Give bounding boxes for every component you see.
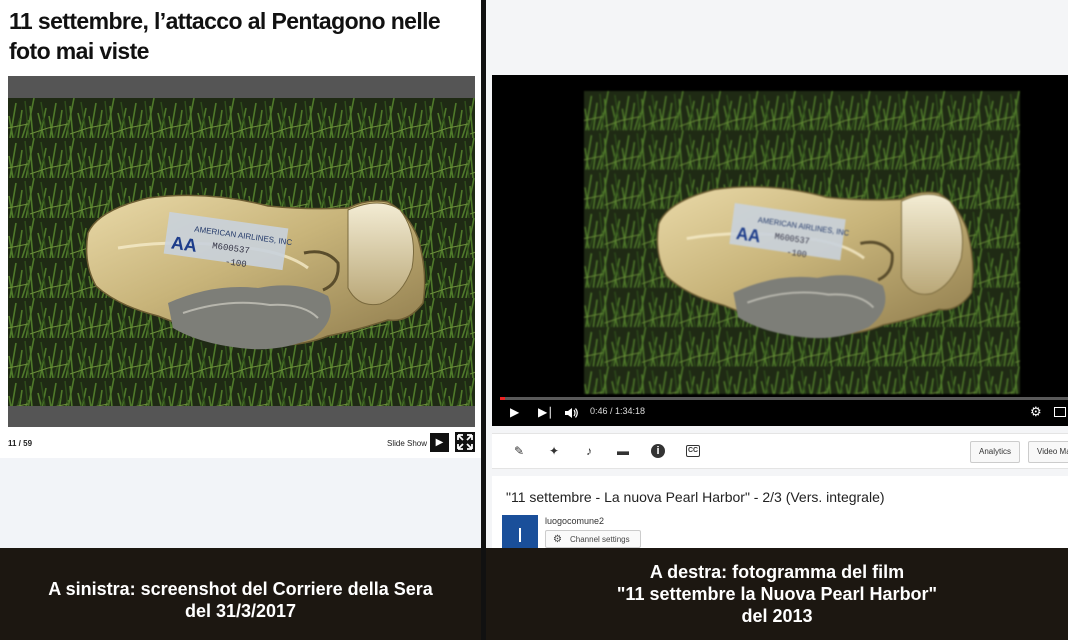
volume-icon[interactable] bbox=[564, 406, 578, 420]
video-player[interactable]: ▶ ▶∣ 0:46 / 1:34:18 ⚙ bbox=[492, 75, 1068, 426]
channel-settings-button[interactable]: ⚙ Channel settings bbox=[545, 530, 641, 548]
caption-right-line-1: A destra: fotogramma del film bbox=[649, 562, 905, 582]
magic-wand-icon[interactable]: ✦ bbox=[547, 444, 561, 458]
caption-right-line-2: "11 settembre la Nuova Pearl Harbor" bbox=[616, 584, 938, 604]
expand-icon bbox=[457, 434, 473, 450]
gallery-controls: 11 / 59 Slide Show ▶ bbox=[0, 430, 481, 458]
captions-icon[interactable]: CC bbox=[686, 445, 700, 457]
video-screenshot: ▶ ▶∣ 0:46 / 1:34:18 ⚙ ✎ ✦ ♪ ▬ i CC Analy… bbox=[486, 0, 1068, 548]
caption-right: A destra: fotogramma del film "11 settem… bbox=[486, 548, 1068, 640]
play-icon[interactable]: ▶ bbox=[510, 405, 519, 419]
next-icon[interactable]: ▶∣ bbox=[538, 405, 553, 419]
progress-fill bbox=[500, 397, 505, 400]
corriere-screenshot: 11 settembre, l’attacco al Pentagono nel… bbox=[0, 0, 481, 548]
fullscreen-button[interactable] bbox=[455, 432, 475, 452]
comparison-image: 11 settembre, l’attacco al Pentagono nel… bbox=[0, 0, 1068, 640]
video-manager-button[interactable]: Video Ma bbox=[1028, 441, 1068, 463]
slideshow-label[interactable]: Slide Show bbox=[387, 439, 427, 448]
page-background bbox=[0, 458, 481, 548]
gallery-counter: 11 / 59 bbox=[8, 439, 33, 448]
video-frame-image bbox=[584, 91, 1020, 394]
music-note-icon[interactable]: ♪ bbox=[582, 444, 596, 458]
time-display: 0:46 / 1:34:18 bbox=[590, 406, 646, 416]
pencil-icon[interactable]: ✎ bbox=[512, 444, 526, 458]
avatar[interactable] bbox=[502, 515, 538, 548]
video-info: "11 settembre - La nuova Pearl Harbor" -… bbox=[492, 476, 1068, 548]
slideshow-play-button[interactable]: ▶ bbox=[430, 433, 449, 452]
progress-bar[interactable] bbox=[500, 397, 1068, 400]
channel-name[interactable]: luogocomune2 bbox=[545, 516, 604, 526]
player-controls: ▶ ▶∣ 0:46 / 1:34:18 ⚙ bbox=[492, 401, 1068, 423]
info-icon[interactable]: i bbox=[651, 444, 665, 458]
video-title: "11 settembre - La nuova Pearl Harbor" -… bbox=[506, 489, 885, 505]
debris-photo-image bbox=[8, 98, 475, 406]
analytics-button[interactable]: Analytics bbox=[970, 441, 1021, 463]
article-title: 11 settembre, l’attacco al Pentagono nel… bbox=[9, 8, 441, 64]
caption-right-line-3: del 2013 bbox=[741, 606, 813, 626]
caption-left: A sinistra: screenshot del Corriere dell… bbox=[0, 548, 481, 640]
gear-icon: ⚙ bbox=[553, 534, 562, 545]
debris-photo[interactable] bbox=[8, 98, 475, 406]
video-frame bbox=[584, 91, 1020, 394]
caption-left-line-2: del 31/3/2017 bbox=[184, 601, 297, 621]
settings-icon[interactable]: ⚙ bbox=[1030, 405, 1042, 419]
theater-icon[interactable] bbox=[1054, 407, 1066, 417]
end-screen-icon[interactable]: ▬ bbox=[616, 444, 630, 458]
photo-gallery bbox=[8, 76, 475, 427]
play-icon: ▶ bbox=[435, 437, 444, 448]
channel-settings-label: Channel settings bbox=[570, 535, 630, 544]
video-editor-toolbar: ✎ ✦ ♪ ▬ i CC Analytics Video Ma bbox=[492, 433, 1068, 469]
caption-left-line-1: A sinistra: screenshot del Corriere dell… bbox=[48, 579, 433, 599]
